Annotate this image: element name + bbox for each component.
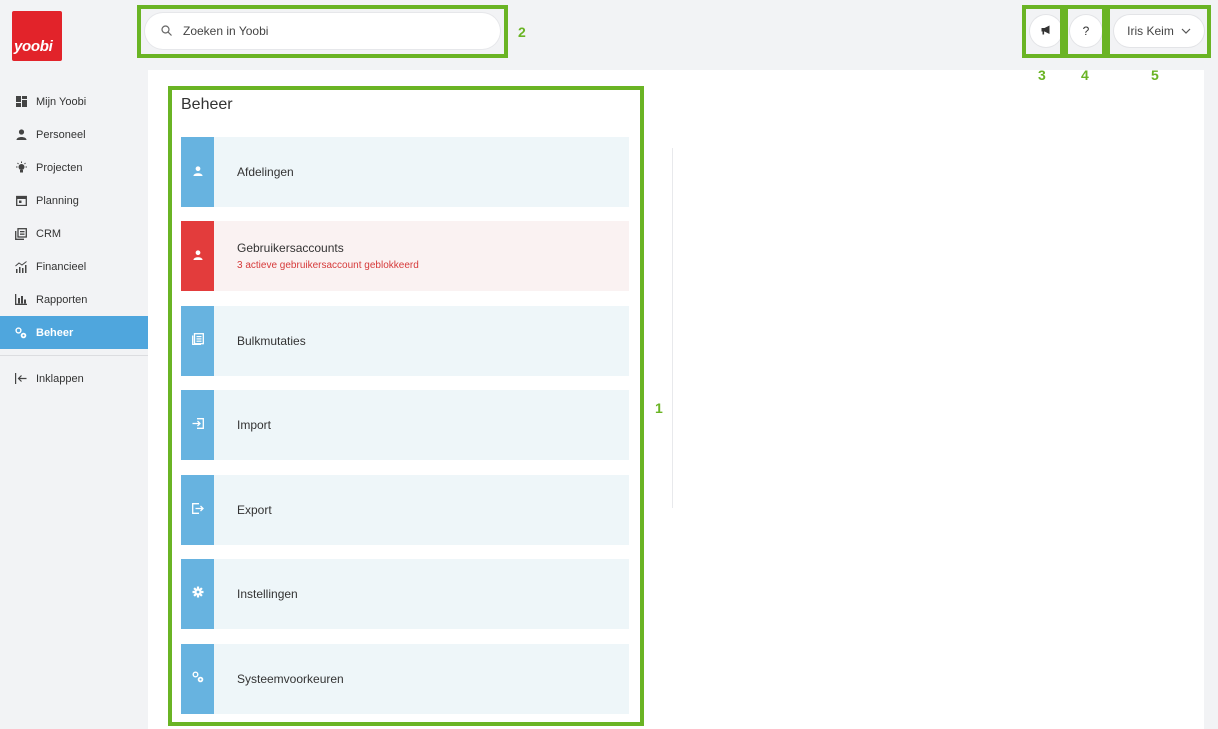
card-icon-strip — [181, 644, 214, 714]
sidebar-nav: Mijn Yoobi Personeel Projecten Planning … — [0, 85, 148, 395]
sidebar-item-label: Financieel — [36, 260, 87, 273]
announcements-button[interactable] — [1030, 15, 1062, 47]
contacts-icon — [14, 227, 28, 241]
sidebar-item-label: Projecten — [36, 161, 83, 174]
export-icon — [191, 501, 204, 519]
sidebar-item-label: Rapporten — [36, 293, 88, 306]
sidebar-item-label: Inklappen — [36, 372, 84, 385]
card-label: Afdelingen — [237, 165, 294, 179]
gears-icon — [14, 326, 28, 340]
card-warning-text: 3 actieve gebruikersaccount geblokkeerd — [237, 260, 419, 271]
dashboard-icon — [14, 95, 28, 109]
card-gebruikersaccounts[interactable]: Gebruikersaccounts 3 actieve gebruikersa… — [181, 221, 629, 291]
card-bulkmutaties[interactable]: Bulkmutaties — [181, 306, 629, 376]
sidebar-item-rapporten[interactable]: Rapporten — [0, 283, 148, 316]
sidebar-item-projecten[interactable]: Projecten — [0, 151, 148, 184]
card-export[interactable]: Export — [181, 475, 629, 545]
help-label: ? — [1082, 24, 1090, 38]
sidebar-item-label: Personeel — [36, 128, 86, 141]
card-afdelingen[interactable]: Afdelingen — [181, 137, 629, 207]
sidebar-collapse-button[interactable]: Inklappen — [0, 362, 148, 395]
card-icon-strip — [181, 390, 214, 460]
sidebar-item-beheer[interactable]: Beheer — [0, 316, 148, 349]
sidebar-item-label: Beheer — [36, 326, 74, 339]
collapse-arrow-icon — [14, 372, 28, 386]
search-icon — [161, 25, 173, 37]
card-label: Export — [237, 503, 272, 517]
annotation-number-1: 1 — [655, 400, 663, 416]
annotation-number-3: 3 — [1038, 67, 1046, 83]
sidebar-item-label: Planning — [36, 194, 79, 207]
chevron-down-icon — [1181, 28, 1191, 34]
person-icon — [14, 128, 28, 142]
megaphone-icon — [1041, 24, 1052, 38]
yoobi-logo[interactable]: yoobi — [12, 11, 62, 61]
logo-text: yoobi — [14, 38, 53, 55]
list-icon — [191, 332, 204, 350]
help-button[interactable]: ? — [1070, 15, 1102, 47]
gear-icon — [192, 585, 204, 603]
annotation-number-4: 4 — [1081, 67, 1089, 83]
annotation-number-2: 2 — [518, 24, 526, 40]
card-systeemvoorkeuren[interactable]: Systeemvoorkeuren — [181, 644, 629, 714]
card-import[interactable]: Import — [181, 390, 629, 460]
card-icon-strip — [181, 559, 214, 629]
sidebar-item-crm[interactable]: CRM — [0, 217, 148, 250]
card-icon-strip — [181, 137, 214, 207]
sidebar-divider — [0, 355, 148, 356]
bar-chart-icon — [14, 293, 28, 307]
sidebar-item-planning[interactable]: Planning — [0, 184, 148, 217]
card-icon-strip — [181, 306, 214, 376]
card-icon-strip — [181, 221, 214, 291]
card-icon-strip — [181, 475, 214, 545]
lightbulb-icon — [14, 161, 28, 175]
import-icon — [192, 416, 204, 434]
search-bar[interactable] — [145, 13, 500, 49]
calendar-icon — [14, 194, 28, 208]
search-input[interactable] — [183, 24, 483, 38]
card-label: Bulkmutaties — [237, 334, 306, 348]
annotation-number-5: 5 — [1151, 67, 1159, 83]
person-icon — [192, 163, 203, 181]
sidebar-item-mijn-yoobi[interactable]: Mijn Yoobi — [0, 85, 148, 118]
user-name: Iris Keim — [1127, 24, 1174, 38]
sidebar-item-label: Mijn Yoobi — [36, 95, 87, 108]
sidebar-item-label: CRM — [36, 227, 62, 240]
page-title: Beheer — [181, 96, 233, 113]
user-menu-button[interactable]: Iris Keim — [1114, 15, 1204, 47]
card-label: Import — [237, 418, 272, 432]
person-icon — [192, 247, 203, 265]
card-label: Gebruikersaccounts — [237, 241, 344, 255]
sidebar-item-financieel[interactable]: Financieel — [0, 250, 148, 283]
sidebar-item-personeel[interactable]: Personeel — [0, 118, 148, 151]
card-label: Systeemvoorkeuren — [237, 672, 344, 686]
finance-chart-icon — [14, 260, 28, 274]
gears-icon — [192, 670, 204, 688]
content-divider — [672, 148, 673, 508]
card-instellingen[interactable]: Instellingen — [181, 559, 629, 629]
card-label: Instellingen — [237, 587, 298, 601]
